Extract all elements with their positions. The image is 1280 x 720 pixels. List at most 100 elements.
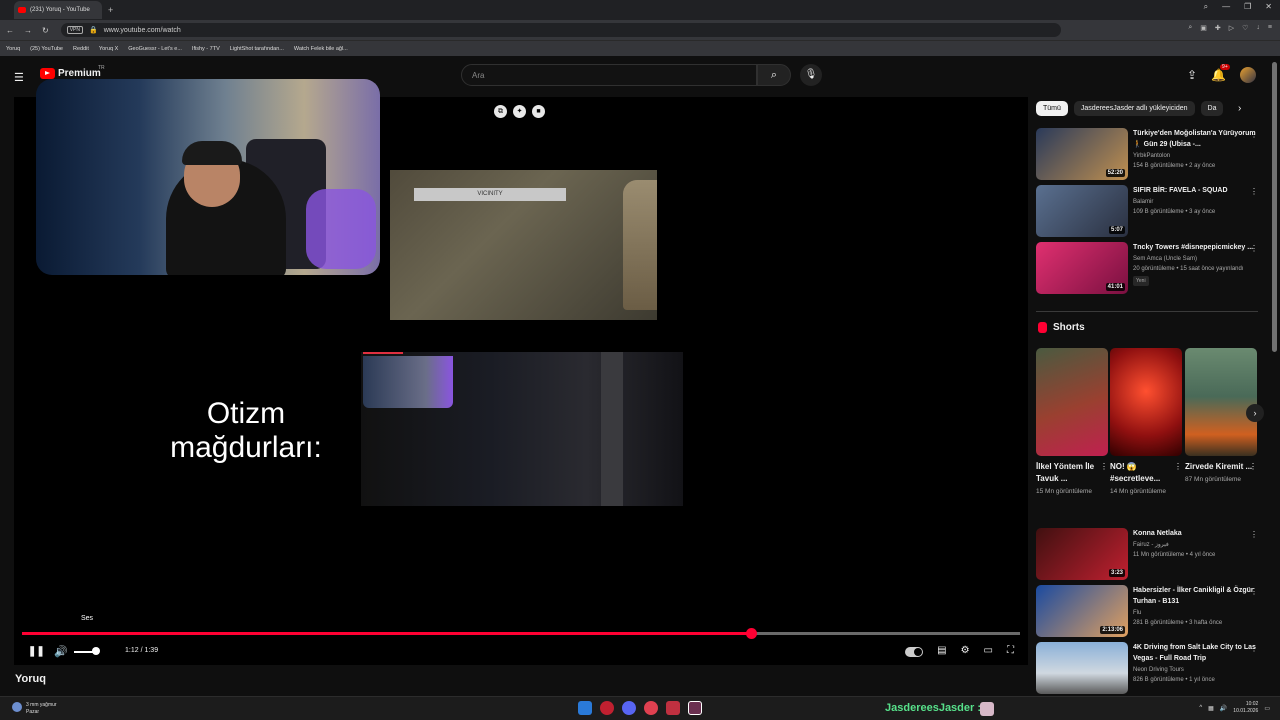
forward-icon[interactable]: → (24, 26, 32, 35)
chip-all[interactable]: Tümü (1036, 101, 1068, 116)
rec-video-3[interactable]: 3:23 Konna Netlaka Fairuz - فيروز 11 Mn … (1036, 528, 1258, 580)
short-thumbnail[interactable] (1036, 348, 1108, 456)
video-thumbnail[interactable]: 52:20 (1036, 128, 1128, 180)
short-thumbnail[interactable] (1185, 348, 1257, 456)
more-options-icon[interactable]: ⋮ (1250, 530, 1258, 540)
settings-gear-icon[interactable]: ⚙ (961, 645, 970, 657)
volume-icon[interactable]: 🔊 (54, 645, 68, 658)
chevron-up-icon[interactable]: ^ (1199, 705, 1202, 711)
video-title[interactable]: SIFIR BİR: FAVELA - SQUAD (1133, 185, 1258, 196)
miniplayer-icon[interactable]: ⧉ (494, 105, 507, 118)
bookmark-item[interactable]: Ifishy - 7TV (192, 46, 220, 52)
video-title[interactable]: Tncky Towers #disnepepicmickey ... (1133, 242, 1258, 253)
notifications-icon[interactable]: ▭ (1264, 705, 1270, 712)
youtube-logo[interactable]: Premium (40, 68, 101, 79)
menu-icon[interactable]: ≡ (1268, 24, 1272, 32)
rec-video-1[interactable]: 5:07 SIFIR BİR: FAVELA - SQUAD Balamir 1… (1036, 185, 1258, 237)
short-item-0[interactable]: İlkel Yöntem İle Tavuk ... 15 Mn görüntü… (1036, 348, 1108, 497)
avatar[interactable] (1240, 67, 1256, 83)
bookmark-item[interactable]: Yoruq (6, 46, 20, 52)
video-player[interactable]: ⧉ ✦ ■ VICINITY Otizm mağdurları: Ses ❚❚ … (14, 79, 1028, 665)
pause-icon[interactable]: ❚❚ (28, 646, 45, 657)
shorts-next-button[interactable]: › (1246, 404, 1264, 422)
network-icon[interactable]: ▦ (1208, 705, 1214, 712)
weather-widget[interactable]: 3 mm yağmur Pazar (12, 702, 57, 716)
windows-start-icon[interactable] (578, 701, 592, 715)
search-button[interactable]: ⌕ (757, 64, 791, 86)
extensions-icon[interactable]: ✚ (1215, 24, 1221, 32)
progress-knob[interactable] (745, 628, 757, 639)
volume-knob[interactable] (91, 647, 100, 655)
rec-video-4[interactable]: 2:13:06 Habersizler - İlker Canikligil &… (1036, 585, 1258, 637)
chip-more[interactable]: Da (1200, 101, 1224, 116)
chip-uploader[interactable]: JasdereesJasder adlı yükleyiciden (1073, 101, 1195, 116)
clock[interactable]: 10:02 10.01.2026 (1233, 701, 1258, 715)
app-icon[interactable] (666, 701, 680, 715)
discord-icon[interactable] (622, 701, 636, 715)
bookmark-item[interactable]: LightShot tarafından... (230, 46, 284, 52)
video-title[interactable]: Konna Netlaka (1133, 528, 1258, 539)
short-title[interactable]: Zirvede Kiremit ... (1185, 461, 1257, 473)
hamburger-menu-icon[interactable]: ☰ (14, 71, 24, 84)
back-icon[interactable]: ← (6, 26, 14, 35)
channel-name[interactable]: Neon Driving Tours (1133, 665, 1258, 675)
rec-video-2[interactable]: 41:01 Tncky Towers #disnepepicmickey ...… (1036, 242, 1258, 294)
voice-search-button[interactable]: 🎙 (800, 64, 822, 86)
autoplay-toggle[interactable] (905, 647, 924, 657)
notifications-button[interactable]: 🔔 9+ (1211, 64, 1230, 82)
close-icon[interactable]: ✕ (1265, 2, 1272, 12)
screenshot-icon[interactable]: ▣ (1200, 24, 1207, 32)
channel-name[interactable]: Fairuz - فيروز (1133, 540, 1258, 550)
video-title[interactable]: Habersizler - İlker Canikligil & Özgür T… (1133, 585, 1258, 607)
chevron-right-icon[interactable]: › (1238, 103, 1241, 114)
search-input[interactable]: Ara (461, 64, 757, 86)
new-tab-button[interactable]: + (108, 5, 113, 15)
bookmark-icon[interactable]: ♡ (1242, 24, 1248, 32)
bookmark-item[interactable]: GeoGuessr - Let's e... (128, 46, 182, 52)
miniplayer-icon[interactable]: ▭ (984, 645, 993, 657)
rec-video-5[interactable]: 4K Driving from Salt Lake City to Las Ve… (1036, 642, 1258, 694)
effects-icon[interactable]: ✦ (513, 105, 526, 118)
search-tabs-icon[interactable]: ⌕ (1204, 2, 1208, 12)
video-thumbnail[interactable] (1036, 642, 1128, 694)
page-scrollbar[interactable] (1272, 62, 1277, 352)
play-ext-icon[interactable]: ▷ (1229, 24, 1234, 32)
channel-name[interactable]: Flu (1133, 608, 1258, 618)
more-options-icon[interactable]: ⋮ (1250, 644, 1258, 654)
fullscreen-icon[interactable]: ⛶ (1007, 645, 1014, 657)
more-options-icon[interactable]: ⋮ (1250, 587, 1258, 597)
progress-bar[interactable] (22, 628, 1020, 639)
download-icon[interactable]: ↓ (1256, 24, 1260, 32)
upload-icon[interactable]: ⇪ (1187, 68, 1197, 82)
bookmark-item[interactable]: (25) YouTube (30, 46, 63, 52)
browser-tab[interactable]: (231) Yoruq - YouTube (14, 1, 102, 19)
bookmark-item[interactable]: Yoruq X (99, 46, 118, 52)
short-title[interactable]: İlkel Yöntem İle Tavuk ... (1036, 461, 1108, 485)
more-options-icon[interactable]: ⋮ (1250, 130, 1258, 140)
opera-icon[interactable] (600, 701, 614, 715)
app-icon[interactable] (644, 701, 658, 715)
app-icon[interactable] (688, 701, 702, 715)
short-thumbnail[interactable] (1110, 348, 1182, 456)
video-thumbnail[interactable]: 2:13:06 (1036, 585, 1128, 637)
speaker-icon[interactable]: 🔊 (1220, 705, 1227, 712)
url-field[interactable]: VPN 🔒 www.youtube.com/watch (60, 23, 1061, 37)
more-options-icon[interactable]: ⋮ (1250, 187, 1258, 197)
video-thumbnail[interactable]: 3:23 (1036, 528, 1128, 580)
vpn-badge[interactable]: VPN (66, 26, 83, 34)
short-item-1[interactable]: NO! 😱 #secretleve... 14 Mn görüntüleme ⋮ (1110, 348, 1182, 497)
zoom-icon[interactable]: ⌕ (1188, 24, 1192, 32)
more-options-icon[interactable]: ⋮ (1249, 462, 1257, 471)
more-options-icon[interactable]: ⋮ (1100, 462, 1108, 471)
more-options-icon[interactable]: ⋮ (1174, 462, 1182, 471)
short-title[interactable]: NO! 😱 #secretleve... (1110, 461, 1182, 485)
channel-title[interactable]: Yoruq (15, 673, 46, 685)
video-title[interactable]: Türkiye'den Moğolistan'a Yürüyorum 🚶 Gün… (1133, 128, 1258, 150)
channel-name[interactable]: Balamir (1133, 197, 1258, 207)
camera-icon[interactable]: ■ (532, 105, 545, 118)
channel-name[interactable]: Sem Amca (Uncle Sam) (1133, 254, 1258, 264)
bookmark-item[interactable]: Watch Felek bile ağl... (294, 46, 348, 52)
channel-name[interactable]: YirbkPantolon (1133, 151, 1258, 161)
bookmark-item[interactable]: Reddit (73, 46, 89, 52)
rec-video-0[interactable]: 52:20 Türkiye'den Moğolistan'a Yürüyorum… (1036, 128, 1258, 180)
